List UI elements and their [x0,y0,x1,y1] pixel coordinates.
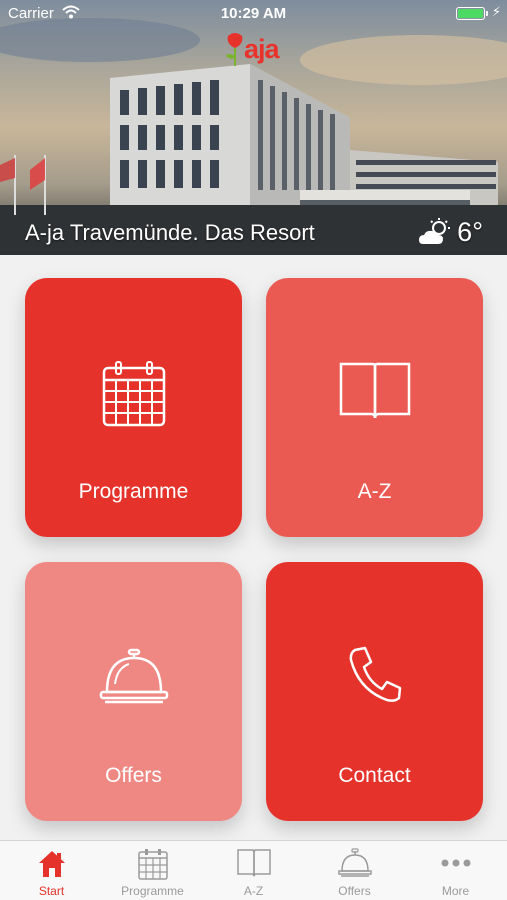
offers-label: Offers [105,764,162,787]
tab-more-label: More [441,884,470,898]
tab-a-z-label: A-Z [243,884,264,898]
charging-bolt-icon: ⚡ [491,4,501,19]
calendar-icon [102,361,165,427]
offers-tile[interactable]: Offers [25,562,242,821]
more-dots-icon [441,859,470,867]
battery-icon [456,7,488,20]
contact-label: Contact [338,764,411,787]
a-z-tile[interactable]: A-Z [266,278,483,537]
tab-offers[interactable]: Offers [304,841,405,900]
programme-tile[interactable]: Programme [25,278,242,537]
contact-tile[interactable]: Contact [266,562,483,821]
status-time: 10:29 AM [220,5,287,22]
book-icon [236,849,271,877]
partly-sunny-icon [419,218,451,244]
tab-programme[interactable]: Programme [102,841,203,900]
tab-start[interactable]: Start [1,841,102,900]
aja-logo: aja [224,32,288,72]
rose-logo-icon [226,33,243,66]
hero-banner: Carrier 10:29 AM ⚡ aja A-ja Travemünde. … [0,0,507,255]
temperature: 6° [457,216,483,247]
service-bell-icon [337,848,372,877]
phone-icon [349,646,401,702]
service-bell-icon [99,648,168,704]
weather-widget: 6° [419,214,483,250]
a-z-label: A-Z [357,480,392,503]
hotel-name: A-ja Travemünde. Das Resort [25,220,315,245]
book-icon [339,362,410,419]
tab-start-label: Start [38,884,65,898]
calendar-icon [137,849,168,880]
tab-bar: Start Programme A-Z Offers More [0,840,507,900]
home-icon [38,851,65,877]
tab-programme-label: Programme [121,884,184,898]
logo-text: aja [244,34,280,64]
tab-offers-label: Offers [338,884,371,898]
programme-label: Programme [78,480,189,503]
tab-a-z[interactable]: A-Z [203,841,304,900]
tab-more[interactable]: More [405,841,506,900]
status-bar: Carrier 10:29 AM ⚡ [0,0,507,28]
